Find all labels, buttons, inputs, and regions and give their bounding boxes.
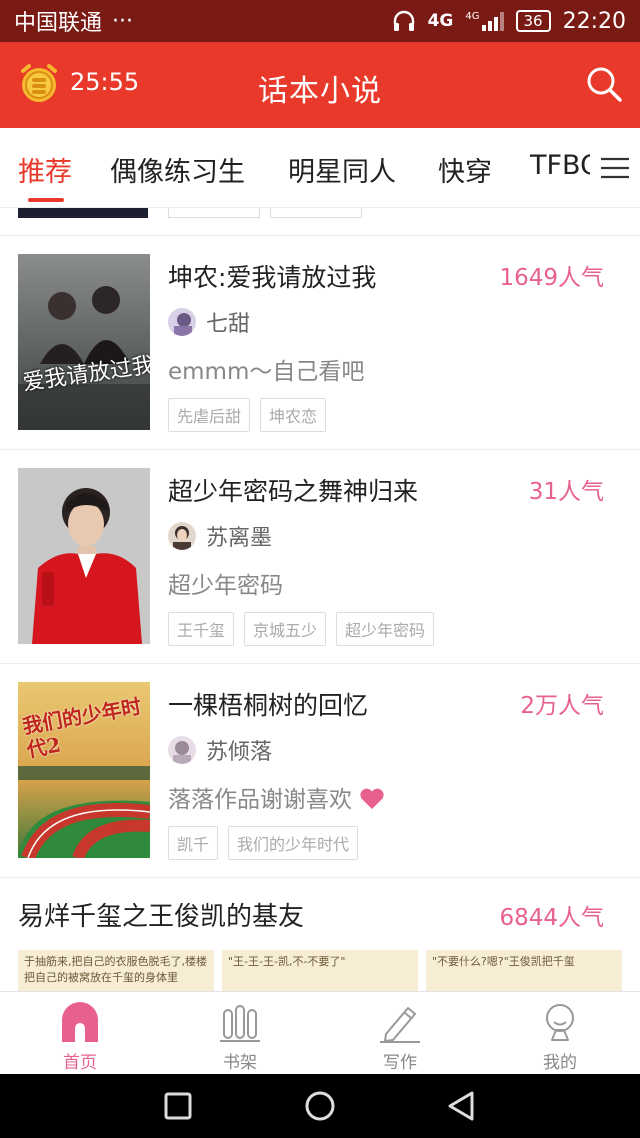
nav-label: 首页 xyxy=(63,1053,97,1073)
search-icon[interactable] xyxy=(584,64,624,104)
popularity-count: 2万人气 xyxy=(520,693,604,719)
preview-page[interactable]: 于抽筋来,把自己的衣服色脱毛了,楼楼把自己的被窝放在千玺的身体里 xyxy=(18,950,214,991)
status-bar: 中国联通 ··· 4G 4G 36 22:20 xyxy=(0,0,640,42)
clock: 22:20 xyxy=(562,8,626,34)
home-button-icon[interactable] xyxy=(302,1090,338,1126)
tag[interactable]: 坤农恋 xyxy=(260,398,327,432)
author-name: 七甜 xyxy=(206,312,251,337)
book-card[interactable]: 我们的少年时代2 一棵梧桐树的回忆 2万人气 苏倾落 落落作品谢谢喜欢 凯千 我… xyxy=(0,664,640,878)
tag[interactable]: 京城五少 xyxy=(244,612,327,646)
menu-icon xyxy=(601,157,629,179)
signal-icon: 4G xyxy=(465,11,504,31)
bookshelf-icon xyxy=(220,1005,260,1042)
bottom-navigation: 首页 书架 写作 我的 xyxy=(0,991,640,1074)
author-row[interactable]: 七甜 xyxy=(168,306,250,338)
nav-home[interactable]: 首页 xyxy=(0,992,160,1075)
section-title[interactable]: 易烊千玺之王俊凯的基友 xyxy=(18,896,304,933)
avatar xyxy=(168,308,196,336)
book-description: 落落作品谢谢喜欢 xyxy=(168,780,385,814)
app-bar: 25:55 话本小说 xyxy=(0,42,640,128)
previous-card-fragment xyxy=(0,208,640,236)
tag[interactable]: 王千玺 xyxy=(168,612,235,646)
tab-quick-travel[interactable]: 快穿 xyxy=(438,150,492,189)
network-type-2: 4G xyxy=(465,11,480,22)
nav-bookshelf[interactable]: 书架 xyxy=(160,992,320,1075)
tab-celebrity-fanfic[interactable]: 明星同人 xyxy=(288,150,396,189)
nav-label: 我的 xyxy=(543,1053,577,1073)
book-card[interactable]: 超少年密码之舞神归来 31人气 苏离墨 超少年密码 王千玺 京城五少 超少年密码 xyxy=(0,450,640,664)
nav-profile[interactable]: 我的 xyxy=(480,992,640,1075)
nav-label: 写作 xyxy=(383,1053,417,1073)
active-tab-indicator xyxy=(28,198,64,202)
tag[interactable]: 凯千 xyxy=(168,826,219,860)
tag[interactable]: 我们的少年时代 xyxy=(228,826,359,860)
heart-icon xyxy=(360,788,384,809)
app-title: 话本小说 xyxy=(258,74,382,109)
carrier-name: 中国联通 xyxy=(14,11,103,36)
tag[interactable]: 超少年密码 xyxy=(336,612,435,646)
book-title[interactable]: 坤农:爱我请放过我 xyxy=(168,258,376,294)
avatar xyxy=(168,736,196,764)
book-title[interactable]: 一棵梧桐树的回忆 xyxy=(168,686,368,722)
back-icon[interactable] xyxy=(444,1090,478,1124)
more-dots: ··· xyxy=(112,8,133,34)
pen-icon xyxy=(380,1007,420,1043)
tab-menu-button[interactable] xyxy=(590,128,640,207)
book-title[interactable]: 超少年密码之舞神归来 xyxy=(168,472,418,508)
network-type: 4G xyxy=(427,11,454,31)
book-cover[interactable]: 我们的少年时代2 xyxy=(18,682,150,858)
book-cover[interactable]: 爱我请放过我 xyxy=(18,254,150,430)
tag xyxy=(168,208,260,218)
avatar xyxy=(168,522,196,550)
book-card[interactable]: 爱我请放过我 坤农:爱我请放过我 1649人气 七甜 emmm～自己看吧 先虐后… xyxy=(0,236,640,450)
battery-indicator: 36 xyxy=(515,10,551,32)
book-cover[interactable] xyxy=(18,468,150,644)
home-icon xyxy=(62,1002,98,1042)
category-tabs: 推荐 偶像练习生 明星同人 快穿 TFBOYS xyxy=(0,128,640,208)
system-navigation-bar xyxy=(0,1074,640,1138)
book-feed: 爱我请放过我 坤农:爱我请放过我 1649人气 七甜 emmm～自己看吧 先虐后… xyxy=(0,208,640,991)
tag-list: 王千玺 京城五少 超少年密码 xyxy=(168,612,435,646)
tag-list: 凯千 我们的少年时代 xyxy=(168,826,359,860)
headphones-icon xyxy=(393,10,414,31)
preview-page[interactable]: "王-王-王-凯,不-不要了" xyxy=(222,950,418,991)
book-cover xyxy=(18,208,148,218)
tab-recommend[interactable]: 推荐 xyxy=(18,150,72,189)
story-preview-section[interactable]: 易烊千玺之王俊凯的基友 6844人气 于抽筋来,把自己的衣服色脱毛了,楼楼把自己… xyxy=(0,876,640,991)
author-row[interactable]: 苏离墨 xyxy=(168,520,272,552)
book-description: 超少年密码 xyxy=(168,573,283,599)
popularity-count: 6844人气 xyxy=(499,905,604,931)
tag-list: 先虐后甜 坤农恋 xyxy=(168,398,327,432)
tag[interactable]: 先虐后甜 xyxy=(168,398,251,432)
popularity-count: 1649人气 xyxy=(499,265,604,291)
profile-icon xyxy=(546,1004,574,1041)
book-description: emmm～自己看吧 xyxy=(168,359,365,385)
nav-write[interactable]: 写作 xyxy=(320,992,480,1075)
recent-apps-icon[interactable] xyxy=(162,1090,194,1122)
author-name: 苏倾落 xyxy=(206,740,273,765)
tab-idol-trainee[interactable]: 偶像练习生 xyxy=(110,150,245,189)
preview-page[interactable]: "不要什么?嗯?"王俊凯把千玺 xyxy=(426,950,622,991)
cover-illustration xyxy=(18,254,150,430)
tag xyxy=(270,208,362,218)
description-text: 落落作品谢谢喜欢 xyxy=(168,787,352,813)
nav-label: 书架 xyxy=(223,1053,257,1073)
author-name: 苏离墨 xyxy=(206,526,273,551)
cover-illustration xyxy=(18,468,150,644)
author-row[interactable]: 苏倾落 xyxy=(168,734,272,766)
popularity-count: 31人气 xyxy=(528,479,604,505)
